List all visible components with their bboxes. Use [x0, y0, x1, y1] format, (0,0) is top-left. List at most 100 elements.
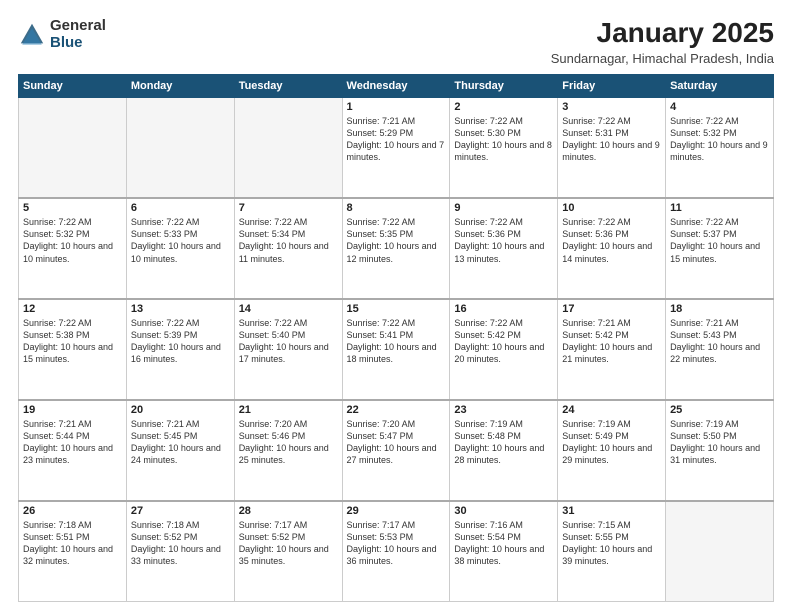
day-number: 1 [347, 101, 446, 113]
day-info: Sunrise: 7:19 AM Sunset: 5:49 PM Dayligh… [562, 418, 661, 467]
day-info: Sunrise: 7:22 AM Sunset: 5:38 PM Dayligh… [23, 317, 122, 366]
calendar-day-cell: 30 Sunrise: 7:16 AM Sunset: 5:54 PM Dayli… [450, 501, 558, 602]
header: General Blue January 2025 Sundarnagar, H… [18, 18, 774, 66]
month-title: January 2025 [551, 18, 774, 49]
calendar-day-cell: 20Sunrise: 7:21 AM Sunset: 5:45 PM Dayli… [126, 400, 234, 501]
calendar-day-cell: 29 Sunrise: 7:17 AM Sunset: 5:53 PM Dayli… [342, 501, 450, 602]
day-number: 20 [131, 404, 230, 416]
calendar-day-cell: 28Sunrise: 7:17 AM Sunset: 5:52 PM Dayli… [234, 501, 342, 602]
calendar-day-cell: 16 Sunrise: 7:22 AM Sunset: 5:42 PM Dayli… [450, 299, 558, 400]
header-monday: Monday [126, 74, 234, 97]
day-number: 12 [23, 303, 122, 315]
day-info: Sunrise: 7:16 AM Sunset: 5:54 PM Dayligh… [454, 519, 553, 568]
header-saturday: Saturday [666, 74, 774, 97]
day-info: Sunrise: 7:18 AM Sunset: 5:51 PM Dayligh… [23, 519, 122, 568]
day-info: Sunrise: 7:21 AM Sunset: 5:29 PM Dayligh… [347, 115, 446, 164]
day-number: 2 [454, 101, 553, 113]
calendar-week-row: 19Sunrise: 7:21 AM Sunset: 5:44 PM Dayli… [19, 400, 774, 501]
day-info: Sunrise: 7:15 AM Sunset: 5:55 PM Dayligh… [562, 519, 661, 568]
logo-general-text: General [50, 18, 106, 35]
calendar-day-cell: 2 Sunrise: 7:22 AM Sunset: 5:30 PM Daylig… [450, 97, 558, 198]
calendar-day-cell: 17Sunrise: 7:21 AM Sunset: 5:42 PM Dayli… [558, 299, 666, 400]
day-info: Sunrise: 7:17 AM Sunset: 5:52 PM Dayligh… [239, 519, 338, 568]
day-number: 29 [347, 505, 446, 517]
day-info: Sunrise: 7:19 AM Sunset: 5:48 PM Dayligh… [454, 418, 553, 467]
calendar-day-cell [666, 501, 774, 602]
day-info: Sunrise: 7:22 AM Sunset: 5:37 PM Dayligh… [670, 216, 769, 265]
page: General Blue January 2025 Sundarnagar, H… [0, 0, 792, 612]
calendar-day-cell: 18 Sunrise: 7:21 AM Sunset: 5:43 PM Dayli… [666, 299, 774, 400]
day-number: 30 [454, 505, 553, 517]
calendar-day-cell: 31 Sunrise: 7:15 AM Sunset: 5:55 PM Dayli… [558, 501, 666, 602]
calendar-day-cell: 8 Sunrise: 7:22 AM Sunset: 5:35 PM Daylig… [342, 198, 450, 299]
day-info: Sunrise: 7:20 AM Sunset: 5:47 PM Dayligh… [347, 418, 446, 467]
day-info: Sunrise: 7:18 AM Sunset: 5:52 PM Dayligh… [131, 519, 230, 568]
day-number: 9 [454, 202, 553, 214]
day-number: 13 [131, 303, 230, 315]
logo-icon [18, 21, 46, 49]
day-info: Sunrise: 7:21 AM Sunset: 5:43 PM Dayligh… [670, 317, 769, 366]
day-number: 24 [562, 404, 661, 416]
day-number: 10 [562, 202, 661, 214]
day-number: 22 [347, 404, 446, 416]
calendar-day-cell: 1 Sunrise: 7:21 AM Sunset: 5:29 PM Daylig… [342, 97, 450, 198]
calendar-day-cell [19, 97, 127, 198]
day-info: Sunrise: 7:22 AM Sunset: 5:36 PM Dayligh… [454, 216, 553, 265]
header-friday: Friday [558, 74, 666, 97]
day-info: Sunrise: 7:20 AM Sunset: 5:46 PM Dayligh… [239, 418, 338, 467]
day-info: Sunrise: 7:22 AM Sunset: 5:42 PM Dayligh… [454, 317, 553, 366]
day-number: 16 [454, 303, 553, 315]
day-info: Sunrise: 7:22 AM Sunset: 5:41 PM Dayligh… [347, 317, 446, 366]
calendar-day-cell: 15 Sunrise: 7:22 AM Sunset: 5:41 PM Dayli… [342, 299, 450, 400]
day-number: 23 [454, 404, 553, 416]
header-wednesday: Wednesday [342, 74, 450, 97]
day-number: 21 [239, 404, 338, 416]
day-number: 4 [670, 101, 769, 113]
calendar-day-cell: 4 Sunrise: 7:22 AM Sunset: 5:32 PM Daylig… [666, 97, 774, 198]
calendar-day-cell: 7 Sunrise: 7:22 AM Sunset: 5:34 PM Daylig… [234, 198, 342, 299]
day-info: Sunrise: 7:22 AM Sunset: 5:31 PM Dayligh… [562, 115, 661, 164]
logo: General Blue [18, 18, 106, 51]
calendar-day-cell: 25 Sunrise: 7:19 AM Sunset: 5:50 PM Dayli… [666, 400, 774, 501]
day-number: 15 [347, 303, 446, 315]
day-info: Sunrise: 7:22 AM Sunset: 5:33 PM Dayligh… [131, 216, 230, 265]
day-number: 25 [670, 404, 769, 416]
day-info: Sunrise: 7:22 AM Sunset: 5:30 PM Dayligh… [454, 115, 553, 164]
day-info: Sunrise: 7:22 AM Sunset: 5:35 PM Dayligh… [347, 216, 446, 265]
day-number: 14 [239, 303, 338, 315]
calendar-day-cell: 3Sunrise: 7:22 AM Sunset: 5:31 PM Daylig… [558, 97, 666, 198]
day-info: Sunrise: 7:17 AM Sunset: 5:53 PM Dayligh… [347, 519, 446, 568]
logo-blue-text: Blue [50, 35, 106, 52]
day-number: 5 [23, 202, 122, 214]
day-info: Sunrise: 7:22 AM Sunset: 5:32 PM Dayligh… [670, 115, 769, 164]
calendar-week-row: 26 Sunrise: 7:18 AM Sunset: 5:51 PM Dayli… [19, 501, 774, 602]
calendar-day-cell: 11 Sunrise: 7:22 AM Sunset: 5:37 PM Dayli… [666, 198, 774, 299]
day-number: 26 [23, 505, 122, 517]
day-number: 17 [562, 303, 661, 315]
calendar-day-cell: 12 Sunrise: 7:22 AM Sunset: 5:38 PM Dayli… [19, 299, 127, 400]
day-number: 27 [131, 505, 230, 517]
day-info: Sunrise: 7:22 AM Sunset: 5:34 PM Dayligh… [239, 216, 338, 265]
day-number: 18 [670, 303, 769, 315]
day-info: Sunrise: 7:22 AM Sunset: 5:32 PM Dayligh… [23, 216, 122, 265]
calendar-day-cell: 9 Sunrise: 7:22 AM Sunset: 5:36 PM Daylig… [450, 198, 558, 299]
title-block: January 2025 Sundarnagar, Himachal Prade… [551, 18, 774, 66]
calendar-day-cell: 26 Sunrise: 7:18 AM Sunset: 5:51 PM Dayli… [19, 501, 127, 602]
calendar-day-cell: 13 Sunrise: 7:22 AM Sunset: 5:39 PM Dayli… [126, 299, 234, 400]
day-info: Sunrise: 7:22 AM Sunset: 5:39 PM Dayligh… [131, 317, 230, 366]
calendar-day-cell: 6Sunrise: 7:22 AM Sunset: 5:33 PM Daylig… [126, 198, 234, 299]
calendar-day-cell: 22 Sunrise: 7:20 AM Sunset: 5:47 PM Dayli… [342, 400, 450, 501]
day-number: 11 [670, 202, 769, 214]
day-number: 8 [347, 202, 446, 214]
calendar-week-row: 12 Sunrise: 7:22 AM Sunset: 5:38 PM Dayli… [19, 299, 774, 400]
header-sunday: Sunday [19, 74, 127, 97]
day-number: 31 [562, 505, 661, 517]
calendar-day-cell: 14Sunrise: 7:22 AM Sunset: 5:40 PM Dayli… [234, 299, 342, 400]
calendar: Sunday Monday Tuesday Wednesday Thursday… [18, 74, 774, 602]
day-info: Sunrise: 7:19 AM Sunset: 5:50 PM Dayligh… [670, 418, 769, 467]
calendar-day-cell: 24 Sunrise: 7:19 AM Sunset: 5:49 PM Dayli… [558, 400, 666, 501]
day-info: Sunrise: 7:22 AM Sunset: 5:36 PM Dayligh… [562, 216, 661, 265]
day-number: 7 [239, 202, 338, 214]
day-number: 19 [23, 404, 122, 416]
calendar-day-cell [126, 97, 234, 198]
